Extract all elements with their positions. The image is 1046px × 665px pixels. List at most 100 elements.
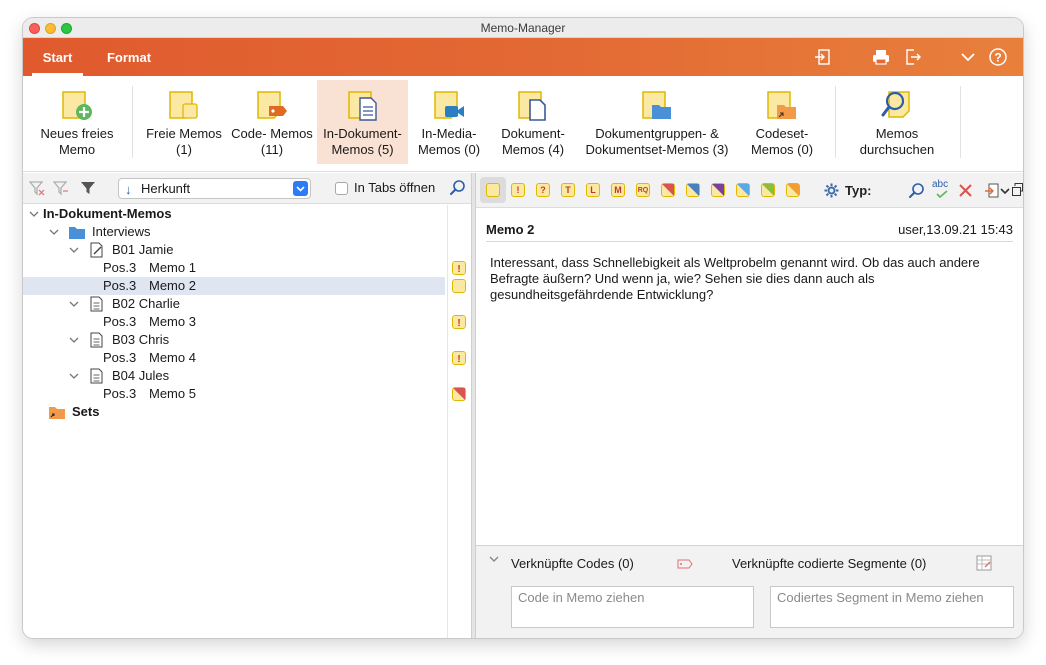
in-document-memos-button[interactable]: In-Dokument-Memos (5): [317, 80, 408, 164]
memo-text-editor[interactable]: Interessant, dass Schnellebigkeit als We…: [490, 255, 1005, 303]
document-memos-label: Dokument-Memos (4): [501, 126, 565, 157]
help-icon[interactable]: ?: [988, 47, 1008, 67]
undock-window-icon[interactable]: [1012, 183, 1023, 196]
ribbon-separator: [835, 86, 836, 158]
code-memos-button[interactable]: Code- Memos (11): [227, 80, 317, 164]
title-bar: Memo-Manager: [23, 18, 1023, 38]
type-label: Typ:: [845, 183, 872, 198]
type-theory-icon[interactable]: T: [561, 183, 575, 197]
type-purple-icon[interactable]: [711, 183, 725, 197]
document-label: B04 Jules: [112, 368, 170, 383]
ribbon-separator: [132, 86, 133, 158]
free-memo-icon: [169, 91, 198, 119]
memo-type-toolbar: ! ? T L M RQ Typ: abc: [476, 173, 1023, 208]
open-in-tabs-checkbox[interactable]: [335, 182, 348, 195]
type-orange-icon[interactable]: [786, 183, 800, 197]
new-memo-icon: [62, 91, 92, 120]
chevron-down-icon[interactable]: [489, 555, 499, 563]
code-drop-field[interactable]: Code in Memo ziehen: [511, 586, 754, 628]
type-important-icon[interactable]: !: [511, 183, 525, 197]
chevron-down-icon[interactable]: [1000, 187, 1010, 195]
tab-format[interactable]: Format: [100, 38, 158, 76]
document-group-memos-button[interactable]: Dokumentgruppen- & Dokumentset-Memos (3): [579, 80, 735, 164]
tree-node-document[interactable]: B01 Jamie: [23, 241, 445, 259]
memo-author-date: user,13.09.21 15:43: [898, 222, 1013, 237]
sort-select[interactable]: ↓ Herkunft: [118, 178, 311, 199]
tree-node-document[interactable]: B02 Charlie: [23, 295, 445, 313]
chevron-down-icon[interactable]: [958, 47, 978, 67]
spellcheck-icon[interactable]: abc: [932, 179, 948, 190]
standard-memo-icon[interactable]: [452, 279, 466, 293]
tree-sets-label: Sets: [72, 404, 100, 419]
memo-detail-panel: ! ? T L M RQ Typ: abc Memo 2 user,13.09.…: [476, 173, 1023, 638]
important-memo-icon[interactable]: !: [452, 315, 466, 329]
important-memo-icon[interactable]: !: [452, 261, 466, 275]
type-method-icon[interactable]: M: [611, 183, 625, 197]
search-icon[interactable]: [449, 179, 466, 196]
important-memo-icon[interactable]: !: [452, 351, 466, 365]
type-red-icon[interactable]: [661, 183, 675, 197]
tab-start[interactable]: Start: [32, 38, 83, 76]
segment-drop-field[interactable]: Codiertes Segment in Memo ziehen: [770, 586, 1014, 628]
filter-reset-icon[interactable]: [29, 180, 45, 196]
memo-name: Memo 1: [149, 260, 196, 275]
type-green-icon[interactable]: [761, 183, 775, 197]
type-research-question-icon[interactable]: RQ: [636, 183, 650, 197]
tree-node-document[interactable]: B03 Chris: [23, 331, 445, 349]
document-icon: [90, 368, 103, 384]
tree-node-document[interactable]: B04 Jules: [23, 367, 445, 385]
tree-node-interviews[interactable]: Interviews: [23, 223, 445, 241]
tree-node-root[interactable]: In-Dokument-Memos: [23, 205, 445, 223]
type-question-icon[interactable]: ?: [536, 183, 550, 197]
search-icon[interactable]: [908, 182, 925, 199]
memo-position: Pos.3: [103, 260, 137, 275]
filter-icon[interactable]: [80, 180, 96, 196]
chevron-down-icon[interactable]: [69, 245, 79, 255]
tree-interviews-label: Interviews: [92, 224, 151, 239]
tree-memo-row-selected[interactable]: Pos.3 Memo 2: [23, 277, 445, 295]
document-memos-button[interactable]: Dokument-Memos (4): [493, 80, 573, 164]
delete-icon[interactable]: [959, 184, 972, 197]
linked-segments-label: Verknüpfte codierte Segmente (0): [732, 556, 927, 571]
tree-memo-row[interactable]: Pos.3 Memo 4: [23, 349, 445, 367]
in-media-memos-button[interactable]: In-Media-Memos (0): [409, 80, 489, 164]
ribbon-tab-bar: Start Format ?: [23, 38, 1023, 76]
print-icon[interactable]: [871, 47, 891, 67]
codeset-memos-button[interactable]: Codeset-Memos (0): [741, 80, 823, 164]
chevron-down-icon[interactable]: [69, 299, 79, 309]
memo-header: Memo 2 user,13.09.21 15:43: [486, 220, 1013, 242]
document-label: B01 Jamie: [112, 242, 174, 257]
document-icon: [90, 332, 103, 348]
codeset-memos-label: Codeset-Memos (0): [750, 126, 814, 157]
exit-icon[interactable]: [903, 47, 923, 67]
type-standard-icon[interactable]: [486, 183, 500, 197]
chevron-down-icon[interactable]: [69, 371, 79, 381]
svg-text:!: !: [457, 264, 460, 275]
in-document-memo-icon: [347, 91, 377, 121]
export-memo-icon[interactable]: [984, 182, 1000, 199]
tree-node-sets[interactable]: Sets: [23, 403, 445, 421]
export-icon[interactable]: [813, 47, 833, 67]
tree-memo-row[interactable]: Pos.3 Memo 1: [23, 259, 445, 277]
chevron-down-icon[interactable]: [49, 227, 59, 237]
folder-icon: [69, 227, 85, 239]
free-memos-button[interactable]: Freie Memos (1): [143, 80, 225, 164]
chevron-down-icon[interactable]: [69, 335, 79, 345]
set-folder-icon: [49, 407, 65, 419]
tree-memo-row[interactable]: Pos.3 Memo 5: [23, 385, 445, 403]
segment-table-icon[interactable]: [976, 555, 992, 571]
memo-manager-window: Memo-Manager Start Format ? Neues freies…: [23, 18, 1023, 638]
red-flag-memo-icon[interactable]: [452, 387, 466, 401]
type-blue-icon[interactable]: [686, 183, 700, 197]
new-free-memo-label: Neues freies Memo: [40, 126, 114, 157]
type-lightblue-icon[interactable]: [736, 183, 750, 197]
filter-options-icon[interactable]: [53, 180, 69, 196]
search-memos-button[interactable]: Memos durchsuchen: [849, 80, 945, 164]
new-free-memo-button[interactable]: Neues freies Memo: [33, 80, 121, 164]
tree-memo-row[interactable]: Pos.3 Memo 3: [23, 313, 445, 331]
chevron-down-icon[interactable]: [29, 209, 39, 219]
gear-icon[interactable]: [824, 183, 839, 198]
code-tag-icon[interactable]: [677, 559, 693, 569]
open-in-tabs-label: In Tabs öffnen: [354, 180, 436, 195]
type-literature-icon[interactable]: L: [586, 183, 600, 197]
